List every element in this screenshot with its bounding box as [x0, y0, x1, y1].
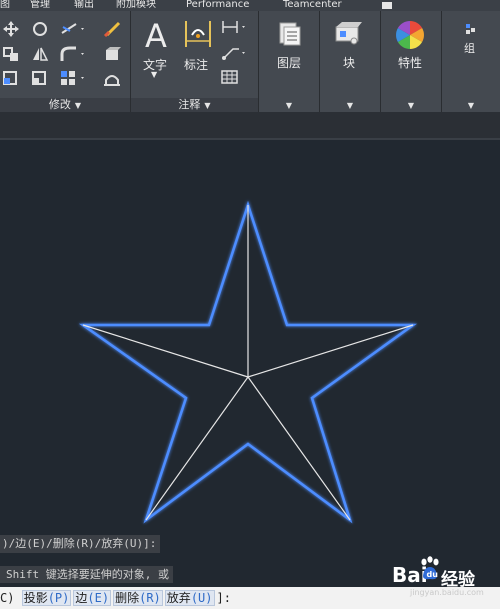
layers-icon[interactable] [276, 21, 302, 51]
inner-line-right[interactable] [247, 324, 414, 378]
modify-panel: 修改 ▼ [0, 11, 131, 112]
annotation-panel-footer[interactable]: 注释 ▼ [131, 98, 258, 112]
inner-line-bottom-right[interactable] [247, 376, 351, 521]
menu-item-manage[interactable]: 管理 [30, 0, 50, 10]
explode-icon[interactable] [103, 46, 121, 62]
layers-label[interactable]: 图层 [277, 54, 301, 71]
modify-panel-title: 修改 [48, 98, 71, 111]
block-label[interactable]: 块 [343, 54, 355, 71]
drawing-svg [78, 200, 418, 524]
menu-item-teamcenter[interactable]: Teamcenter [283, 0, 342, 10]
command-history-line-2: Shift 键选择要延伸的对象, 或 [0, 566, 173, 583]
command-history-line-1: )/边(E)/删除(R)/放弃(U)]: [0, 535, 161, 553]
text-icon[interactable]: A [143, 17, 171, 55]
command-prompt-suffix: ]: [216, 591, 231, 605]
menu-item-addons[interactable]: 附加模块 [116, 0, 156, 10]
block-panel: 块 ▼ [320, 11, 381, 112]
groups-panel: 组 ▼ [442, 11, 500, 112]
menu-item-performance[interactable]: Performance [186, 0, 249, 10]
annotation-panel-title: 注释 [178, 98, 201, 111]
properties-expand-icon[interactable]: ▼ [381, 101, 441, 110]
move-icon[interactable] [2, 21, 20, 37]
block-expand-icon[interactable]: ▼ [320, 101, 380, 110]
offset-icon[interactable] [103, 70, 121, 86]
mirror-icon[interactable] [31, 46, 49, 62]
linear-dim-icon[interactable] [221, 19, 245, 35]
svg-text:du: du [427, 570, 439, 579]
drawing-canvas[interactable] [0, 140, 500, 585]
layers-expand-icon[interactable]: ▼ [259, 101, 319, 110]
inner-line-bottom-left[interactable] [145, 376, 249, 521]
groups-label[interactable]: 组 [464, 40, 475, 56]
dimension-icon[interactable] [183, 19, 213, 55]
fillet-icon[interactable] [60, 46, 84, 62]
option-projection[interactable]: 投影(P) [21, 590, 72, 606]
svg-text:A: A [145, 17, 167, 51]
account-icon[interactable] [380, 0, 394, 11]
inner-line-left[interactable] [82, 324, 249, 378]
properties-panel: 特性 ▼ [381, 11, 442, 112]
menu-item-draw[interactable]: 图 [0, 0, 10, 10]
annotation-panel: A 文字 ▼ 标注 注释 ▼ [131, 11, 259, 112]
group-icon[interactable] [464, 21, 482, 37]
file-tab-bar [0, 112, 500, 140]
text-dropdown-icon[interactable]: ▼ [151, 70, 157, 79]
watermark-brand-cn: 经验 [441, 570, 475, 590]
menu-item-output[interactable]: 输出 [74, 0, 94, 10]
menu-bar: 图 管理 输出 附加模块 Performance Teamcenter [0, 0, 500, 11]
color-wheel-icon[interactable] [394, 19, 426, 55]
dimension-tool-label[interactable]: 标注 [184, 56, 208, 73]
modify-panel-footer[interactable]: 修改 ▼ [0, 98, 130, 112]
layers-panel: 图层 ▼ [259, 11, 320, 112]
watermark-url: jingyan.baidu.com [410, 588, 484, 597]
chevron-down-icon: ▼ [74, 101, 82, 110]
scale-icon[interactable] [31, 70, 49, 86]
command-prompt-prefix: C) [0, 591, 15, 605]
copy-icon[interactable] [2, 46, 20, 62]
rotate-icon[interactable] [31, 21, 49, 37]
star-inner-lines[interactable] [82, 205, 414, 521]
array-icon[interactable] [60, 70, 84, 86]
option-edge[interactable]: 边(E) [73, 590, 112, 606]
paw-logo-icon: du [419, 556, 441, 586]
chevron-down-icon: ▼ [204, 101, 211, 110]
groups-expand-icon[interactable]: ▼ [442, 101, 500, 110]
erase-icon[interactable] [103, 21, 121, 38]
ribbon: 修改 ▼ A 文字 ▼ 标注 注释 ▼ 图层 ▼ 块 ▼ 特性 ▼ 组 ▼ [0, 11, 500, 112]
stretch-icon[interactable] [2, 70, 20, 86]
trim-icon[interactable] [60, 21, 84, 37]
table-icon[interactable] [221, 69, 239, 85]
option-erase[interactable]: 删除(R) [113, 590, 163, 606]
properties-label[interactable]: 特性 [398, 54, 422, 71]
leader-icon[interactable] [221, 45, 245, 61]
option-undo[interactable]: 放弃(U) [164, 590, 215, 606]
block-icon[interactable] [334, 21, 364, 51]
